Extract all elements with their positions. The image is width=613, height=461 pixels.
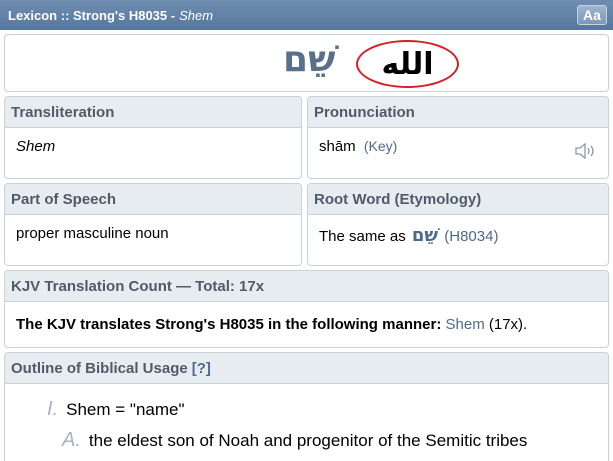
outline-help-link[interactable]: [?] xyxy=(192,360,211,377)
transliteration-value: Shem xyxy=(16,138,56,155)
pronunciation-value: shām xyxy=(319,138,356,155)
outline-item-text: Shem = "name" xyxy=(66,400,185,419)
kjv-word-link[interactable]: Shem xyxy=(446,316,485,333)
window-title-word: Shem xyxy=(179,7,214,23)
window-title: Lexicon :: Strong's H8035 - xyxy=(8,7,176,23)
outline-item: A. the eldest son of Noah and progenitor … xyxy=(62,429,527,452)
speaker-icon[interactable] xyxy=(574,143,598,159)
root-word-heading: Root Word (Etymology) xyxy=(308,184,608,215)
transliteration-heading: Transliteration xyxy=(5,97,301,128)
pronunciation-panel: Pronunciation shām (Key) xyxy=(307,96,609,179)
kjv-statement: The KJV translates Strong's H8035 in the… xyxy=(16,316,442,333)
lemma-panel: שֵׁם الله xyxy=(4,34,609,92)
pronunciation-key-link[interactable]: (Key) xyxy=(364,138,397,154)
outline-panel: Outline of Biblical Usage [?] I. Shem = "… xyxy=(4,352,609,461)
outline-item: I. Shem = "name" xyxy=(47,398,185,421)
outline-heading-row: Outline of Biblical Usage [?] xyxy=(5,353,608,384)
part-of-speech-value: proper masculine noun xyxy=(16,225,169,242)
annotation-text: الله xyxy=(381,46,434,82)
outline-heading: Outline of Biblical Usage xyxy=(11,359,188,377)
part-of-speech-heading: Part of Speech xyxy=(5,184,301,215)
window-titlebar: Lexicon :: Strong's H8035 - Shem Aa xyxy=(0,0,613,30)
outline-marker: I. xyxy=(47,398,59,420)
outline-item-text: the eldest son of Noah and progenitor of… xyxy=(88,431,528,450)
hebrew-lemma: שֵׁם xyxy=(283,39,336,80)
root-word-prefix: The same as xyxy=(319,228,406,245)
root-word-panel: Root Word (Etymology) The same as שֵׁם (… xyxy=(307,183,609,266)
transliteration-panel: Transliteration Shem xyxy=(4,96,302,179)
pronunciation-heading: Pronunciation xyxy=(308,97,608,128)
font-size-button[interactable]: Aa xyxy=(577,5,607,25)
outline-marker: A. xyxy=(62,429,81,451)
red-annotation-oval: الله xyxy=(356,40,459,88)
kjv-count-heading: KJV Translation Count — Total: 17x xyxy=(5,271,608,302)
root-word-ref-link[interactable]: (H8034) xyxy=(444,228,498,245)
part-of-speech-panel: Part of Speech proper masculine noun xyxy=(4,183,302,266)
kjv-count: (17x). xyxy=(488,316,528,333)
root-word-hebrew-link[interactable]: שֵׁם xyxy=(412,225,438,246)
kjv-count-panel: KJV Translation Count — Total: 17x The K… xyxy=(4,270,609,348)
